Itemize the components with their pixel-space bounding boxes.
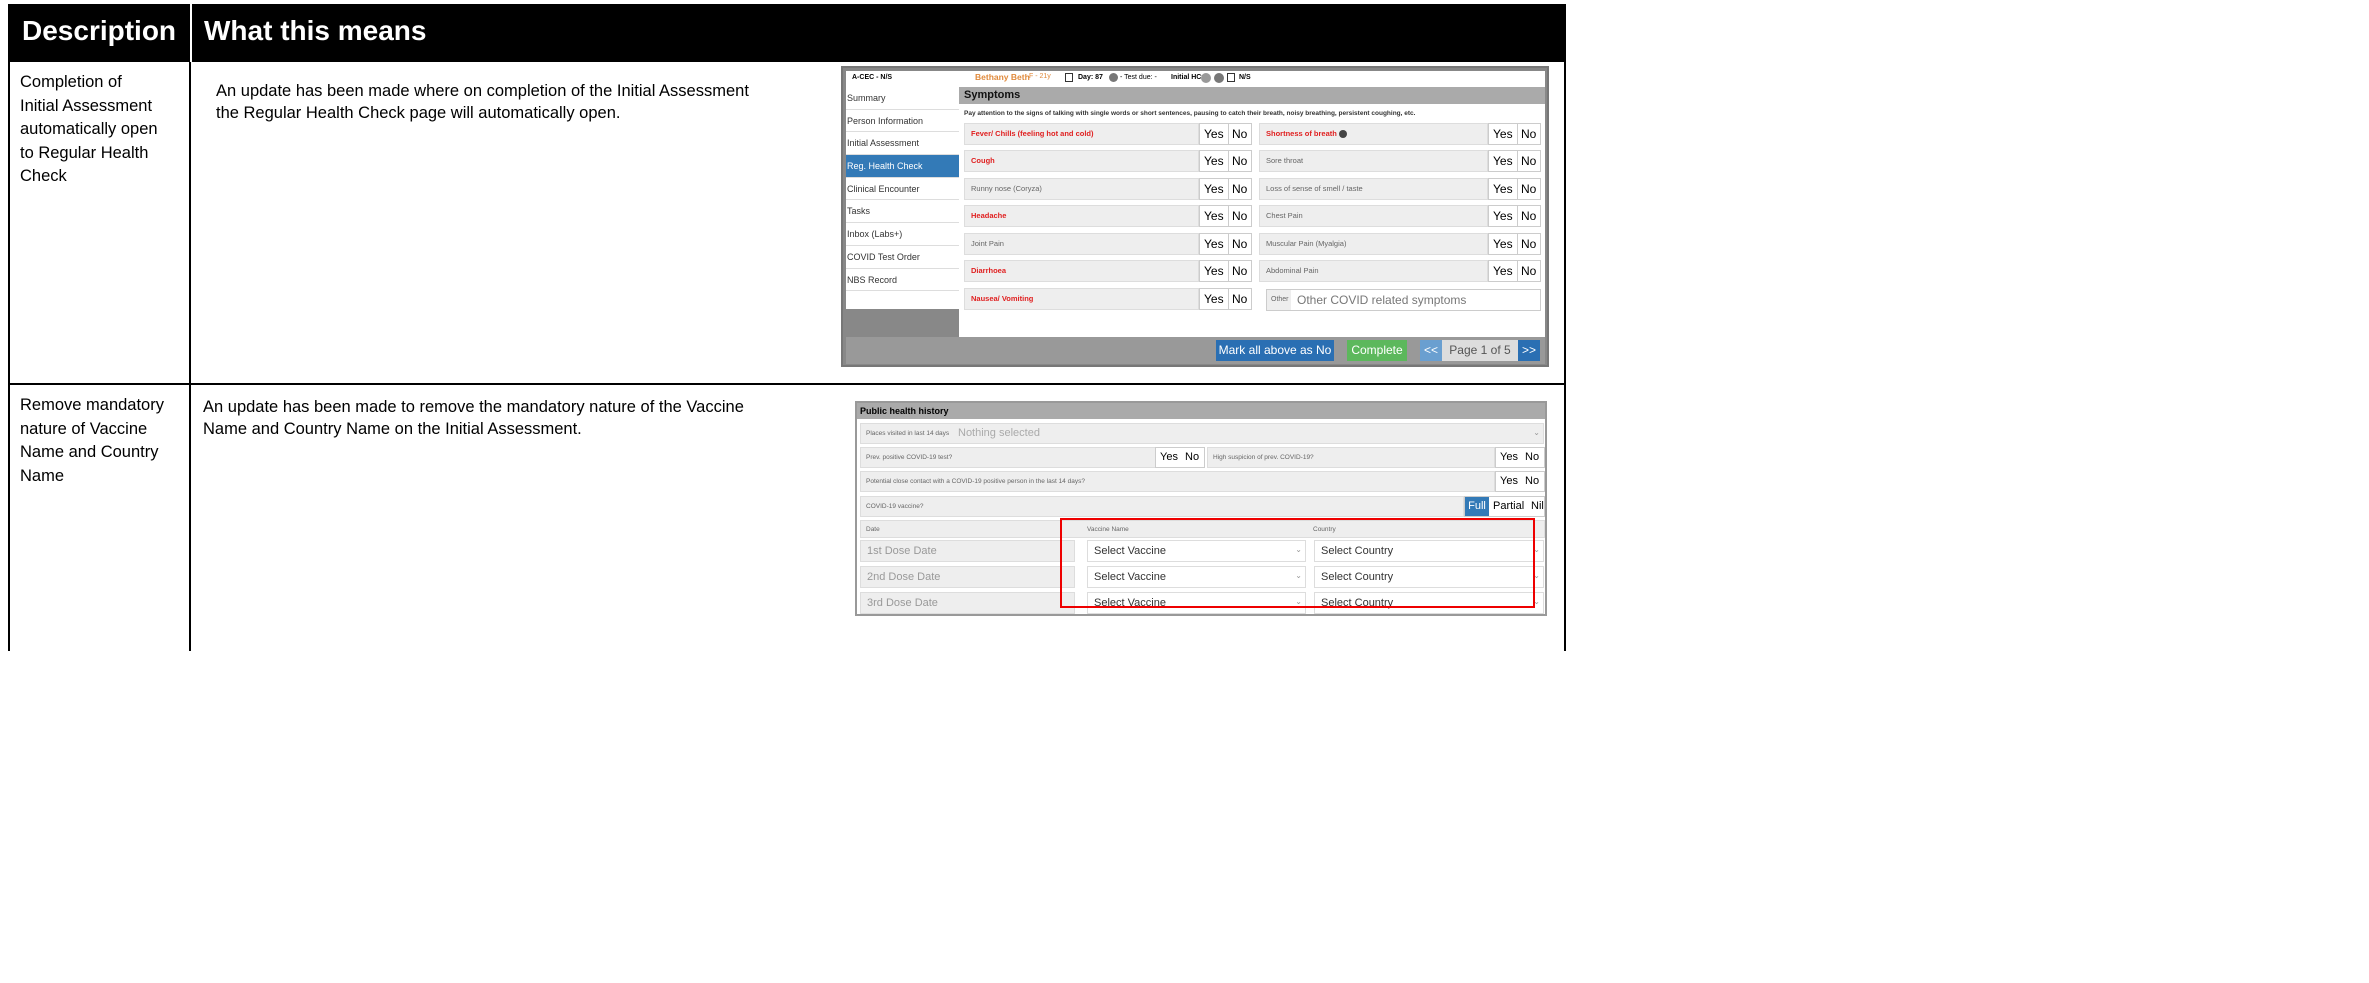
table-header: Description What this means xyxy=(8,4,1566,62)
grid-mid xyxy=(189,62,191,651)
prev-test-row: Prev. positive COVID-19 test? xyxy=(860,447,1204,468)
status-dot-icon xyxy=(1201,73,1211,83)
sidebar-item-reg-health-check[interactable]: Reg. Health Check xyxy=(846,155,959,178)
header-meaning: What this means xyxy=(204,15,427,46)
symptom-label: Fever/ Chills (feeling hot and cold) xyxy=(964,123,1199,145)
patient-name: Bethany Beth xyxy=(975,72,1030,82)
yes-no-toggle[interactable]: Yes No xyxy=(1199,178,1252,200)
info-icon[interactable] xyxy=(1338,130,1347,139)
row2-meaning: An update has been made to remove the ma… xyxy=(203,398,744,438)
sidebar-item-summary[interactable]: Summary xyxy=(846,87,959,110)
row2-description: Remove mandatory nature of Vaccine Name … xyxy=(20,396,164,485)
sidebar-item-clinical-encounter[interactable]: Clinical Encounter xyxy=(846,178,959,201)
calendar-icon xyxy=(1065,73,1073,82)
symptom-label: Sore throat xyxy=(1259,150,1488,172)
yes-no-toggle[interactable]: Yes No xyxy=(1488,205,1541,227)
symptom-label: Loss of sense of smell / taste xyxy=(1259,178,1488,200)
close-contact-row: Potential close contact with a COVID-19 … xyxy=(860,471,1495,492)
symptoms-panel: Symptoms Pay attention to the signs of t… xyxy=(959,87,1545,337)
reg-health-check-screenshot: A-CEC - N/S Bethany Beth F - 21y Day: 87… xyxy=(841,66,1549,367)
test-icon xyxy=(1109,73,1118,82)
yes-no-toggle[interactable]: Yes No xyxy=(1199,288,1252,310)
complete-button[interactable]: Complete xyxy=(1347,340,1407,361)
next-page-button[interactable]: >> xyxy=(1518,340,1540,361)
clipboard-icon xyxy=(1227,73,1235,82)
yes-no-toggle[interactable]: Yes No xyxy=(1495,471,1545,492)
sidebar-item-nbs-record[interactable]: NBS Record xyxy=(846,269,959,292)
dose-date-2[interactable]: 2nd Dose Date xyxy=(860,566,1075,588)
yes-no-toggle[interactable]: Yes No xyxy=(1488,178,1541,200)
yes-no-toggle[interactable]: Yes No xyxy=(1488,123,1541,145)
symptom-label: Nausea/ Vomiting xyxy=(964,288,1199,310)
yes-no-toggle[interactable]: Yes No xyxy=(1488,233,1541,255)
sidebar-item-inbox[interactable]: Inbox (Labs+) xyxy=(846,223,959,246)
prev-page-button[interactable]: << xyxy=(1420,340,1442,361)
header-description: Description xyxy=(22,15,177,46)
vax-partial-option[interactable]: Partial xyxy=(1493,497,1524,516)
symptom-label: Cough xyxy=(964,150,1199,172)
high-suspicion-row: High suspicion of prev. COVID-19? xyxy=(1207,447,1495,468)
header-divider xyxy=(190,4,192,62)
patient-banner: A-CEC - N/S Bethany Beth F - 21y Day: 87… xyxy=(846,71,1545,87)
symptom-label: Diarrhoea xyxy=(964,260,1199,282)
yes-no-toggle[interactable]: Yes No xyxy=(1495,447,1545,468)
grid-left xyxy=(8,62,10,651)
symptom-label: Muscular Pain (Myalgia) xyxy=(1259,233,1488,255)
grid-right xyxy=(1564,62,1566,651)
vaccine-row: COVID-19 vaccine? xyxy=(860,496,1464,517)
symptom-label: Chest Pain xyxy=(1259,205,1488,227)
yes-no-toggle[interactable]: Yes No xyxy=(1199,150,1252,172)
dose-date-1[interactable]: 1st Dose Date xyxy=(860,540,1075,562)
sidebar-item-person-information[interactable]: Person Information xyxy=(846,110,959,133)
yes-no-toggle[interactable]: Yes No xyxy=(1155,447,1205,468)
highlight-box xyxy=(1060,518,1535,608)
symptom-label: Shortness of breath xyxy=(1259,123,1488,145)
yes-no-toggle[interactable]: Yes No xyxy=(1199,233,1252,255)
sidebar-item-tasks[interactable]: Tasks xyxy=(846,200,959,224)
footer-bar: Mark all above as No Complete << Page 1 … xyxy=(846,337,1545,364)
places-visited-row[interactable]: Places visited in last 14 days Nothing s… xyxy=(860,423,1544,444)
yes-no-toggle[interactable]: Yes No xyxy=(1488,150,1541,172)
dose-date-3[interactable]: 3rd Dose Date xyxy=(860,592,1075,614)
grid-row-separator xyxy=(8,383,1566,385)
mark-all-no-button[interactable]: Mark all above as No xyxy=(1216,340,1334,361)
yes-no-toggle[interactable]: Yes No xyxy=(1488,260,1541,282)
symptom-label: Abdominal Pain xyxy=(1259,260,1488,282)
section-title: Symptoms xyxy=(959,87,1545,104)
vax-nil-option[interactable]: Nil xyxy=(1531,497,1544,516)
status-dot-icon xyxy=(1214,73,1224,83)
symptom-label: Joint Pain xyxy=(964,233,1199,255)
section-title: Public health history xyxy=(857,403,1545,419)
other-symptoms-input[interactable]: Other Other COVID related symptoms xyxy=(1266,289,1541,311)
yes-no-toggle[interactable]: Yes No xyxy=(1199,123,1252,145)
symptom-label: Headache xyxy=(964,205,1199,227)
yes-no-toggle[interactable]: Yes No xyxy=(1199,205,1252,227)
page-indicator: Page 1 of 5 xyxy=(1442,340,1518,361)
sidebar-item-initial-assessment[interactable]: Initial Assessment xyxy=(846,132,959,156)
yes-no-toggle[interactable]: Yes No xyxy=(1199,260,1252,282)
sidebar-item-covid-test-order[interactable]: COVID Test Order xyxy=(846,246,959,269)
vaccine-status-toggle[interactable]: Full Partial Nil xyxy=(1464,496,1545,517)
vax-full-option[interactable]: Full xyxy=(1465,497,1489,516)
instruction-note: Pay attention to the signs of talking wi… xyxy=(964,110,1416,117)
chevron-down-icon: ⌄ xyxy=(1533,428,1540,437)
sidebar-nav: Summary Person Information Initial Asses… xyxy=(846,87,959,309)
row1-description: Completion of Initial Assessment automat… xyxy=(20,73,158,185)
symptom-label: Runny nose (Coryza) xyxy=(964,178,1199,200)
row1-meaning: An update has been made where on complet… xyxy=(216,82,749,122)
